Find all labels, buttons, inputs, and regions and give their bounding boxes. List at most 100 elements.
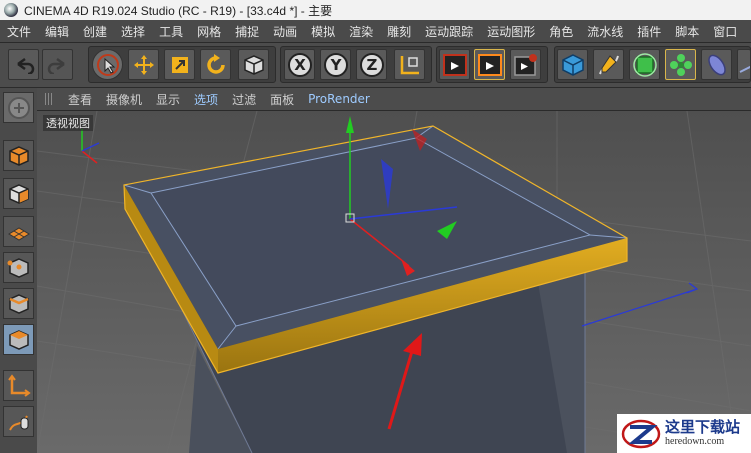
menu-character[interactable]: 角色 xyxy=(542,23,580,40)
rotate-button[interactable] xyxy=(200,49,231,80)
main-toolbar: X Y Z xyxy=(0,43,751,88)
recent-object-icon xyxy=(243,54,264,75)
viewport-menu-prorender[interactable]: ProRender xyxy=(301,92,377,106)
viewport-menu-options[interactable]: 选项 xyxy=(187,91,225,108)
live-select-icon xyxy=(96,53,119,76)
watermark-cn: 这里下载站 xyxy=(665,418,741,436)
grip-handle-icon[interactable] xyxy=(45,93,53,105)
menu-window[interactable]: 窗口 xyxy=(706,23,744,40)
deformer-icon xyxy=(707,54,726,75)
menu-script[interactable]: 脚本 xyxy=(668,23,706,40)
coordinate-system-icon xyxy=(400,55,419,74)
rotate-icon xyxy=(206,53,225,74)
floor-icon xyxy=(739,65,750,73)
workplane-mode-icon xyxy=(7,226,30,241)
render-view-icon xyxy=(442,53,467,76)
tweak-mode-button[interactable] xyxy=(3,406,34,437)
cloner-icon xyxy=(669,53,692,76)
menu-mesh[interactable]: 网格 xyxy=(190,23,228,40)
menu-render[interactable]: 渲染 xyxy=(342,23,380,40)
scale-icon xyxy=(171,56,188,73)
viewport-scene xyxy=(37,111,751,453)
x-axis-lock-button[interactable]: X xyxy=(284,49,315,80)
cinema4d-logo-icon xyxy=(4,3,18,17)
viewport-menu-panel[interactable]: 面板 xyxy=(263,91,301,108)
points-mode-icon xyxy=(7,257,29,278)
texture-mode-icon xyxy=(8,183,29,204)
render-view-button[interactable] xyxy=(439,49,470,80)
site-watermark: 这里下载站 heredown.com xyxy=(617,414,751,453)
perspective-viewport[interactable]: 透视视图 xyxy=(37,111,751,453)
subdivision-surface-icon xyxy=(632,52,657,77)
pen-spline-icon xyxy=(598,54,619,74)
heredown-logo-icon xyxy=(621,419,661,448)
y-axis-lock-icon: Y xyxy=(323,52,348,77)
cube-button[interactable] xyxy=(557,49,588,80)
edges-mode-button[interactable] xyxy=(3,288,34,319)
pen-spline-button[interactable] xyxy=(593,49,624,80)
redo-button[interactable] xyxy=(42,49,73,80)
subdivision-surface-button[interactable] xyxy=(629,49,660,80)
viewport-menu-display[interactable]: 显示 xyxy=(149,91,187,108)
x-axis-lock-icon: X xyxy=(287,52,312,77)
redo-icon xyxy=(47,57,65,74)
deformer-button[interactable] xyxy=(701,49,732,80)
scale-button[interactable] xyxy=(164,49,195,80)
z-axis-lock-button[interactable]: Z xyxy=(356,49,387,80)
menu-animate[interactable]: 动画 xyxy=(266,23,304,40)
svg-text:Z: Z xyxy=(366,56,377,74)
menu-create[interactable]: 创建 xyxy=(76,23,114,40)
menu-plugins[interactable]: 插件 xyxy=(630,23,668,40)
render-picture-viewer-button[interactable] xyxy=(474,49,505,80)
axis-mode-button[interactable] xyxy=(3,370,34,401)
menu-snap[interactable]: 捕捉 xyxy=(228,23,266,40)
svg-text:Y: Y xyxy=(329,56,342,74)
viewport-menu-camera[interactable]: 摄像机 xyxy=(99,91,149,108)
edges-mode-icon xyxy=(8,293,29,314)
menu-help[interactable]: 帮助 xyxy=(744,23,751,40)
viewport-menu-filter[interactable]: 过滤 xyxy=(225,91,263,108)
menu-mograph[interactable]: 运动图形 xyxy=(480,23,542,40)
cloner-button[interactable] xyxy=(665,49,696,80)
axis-mode-icon xyxy=(7,373,31,397)
model-mode-icon xyxy=(8,145,29,166)
live-select-button[interactable] xyxy=(92,49,123,80)
tweak-mode-icon xyxy=(8,415,28,431)
move-icon xyxy=(133,54,154,75)
mode-sidebar xyxy=(0,88,38,453)
svg-text:X: X xyxy=(294,56,306,74)
model-mode-button[interactable] xyxy=(3,140,34,171)
make-editable-icon xyxy=(7,96,30,119)
make-editable-button[interactable] xyxy=(3,92,34,123)
render-settings-button[interactable] xyxy=(510,49,541,80)
menu-tools[interactable]: 工具 xyxy=(152,23,190,40)
floor-button[interactable] xyxy=(737,49,751,80)
z-axis-lock-icon: Z xyxy=(359,52,384,77)
points-mode-button[interactable] xyxy=(3,252,34,283)
coordinate-system-button[interactable] xyxy=(394,49,425,80)
viewport-label: 透视视图 xyxy=(43,115,93,131)
menu-sculpt[interactable]: 雕刻 xyxy=(380,23,418,40)
undo-button[interactable] xyxy=(8,49,39,80)
viewport-menu-bar: 查看 摄像机 显示 选项 过滤 面板 ProRender xyxy=(37,88,751,111)
recent-object-button[interactable] xyxy=(238,49,269,80)
texture-mode-button[interactable] xyxy=(3,178,34,209)
menu-file[interactable]: 文件 xyxy=(0,23,38,40)
move-button[interactable] xyxy=(128,49,159,80)
menu-edit[interactable]: 编辑 xyxy=(38,23,76,40)
menu-select[interactable]: 选择 xyxy=(114,23,152,40)
menu-simulate[interactable]: 模拟 xyxy=(304,23,342,40)
title-bar: CINEMA 4D R19.024 Studio (RC - R19) - [3… xyxy=(0,0,751,20)
viewport-menu-view[interactable]: 查看 xyxy=(61,91,99,108)
polygons-mode-button[interactable] xyxy=(3,324,34,355)
menu-bar: 文件 编辑 创建 选择 工具 网格 捕捉 动画 模拟 渲染 雕刻 运动跟踪 运动… xyxy=(0,20,751,43)
workplane-mode-button[interactable] xyxy=(3,216,34,247)
render-picture-viewer-icon xyxy=(477,53,502,76)
y-axis-lock-button[interactable]: Y xyxy=(320,49,351,80)
watermark-en: heredown.com xyxy=(665,436,725,447)
polygons-mode-icon xyxy=(8,329,29,350)
menu-motion-tracker[interactable]: 运动跟踪 xyxy=(418,23,480,40)
window-title: CINEMA 4D R19.024 Studio (RC - R19) - [3… xyxy=(24,3,333,18)
render-settings-icon xyxy=(513,53,537,76)
menu-pipeline[interactable]: 流水线 xyxy=(580,23,630,40)
